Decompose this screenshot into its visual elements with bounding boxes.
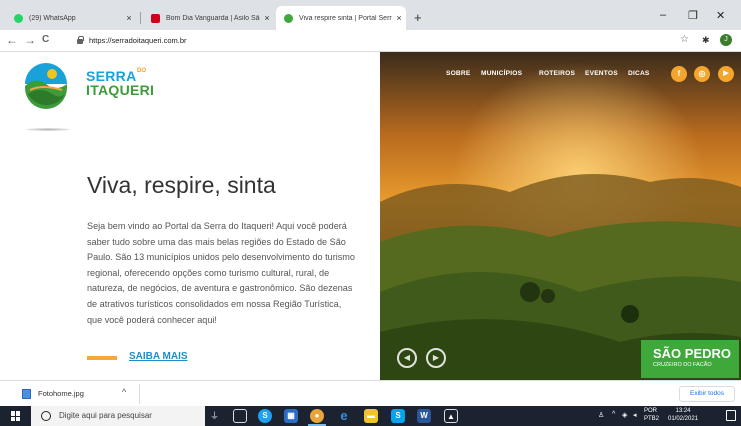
- extensions-icon[interactable]: ✱: [702, 35, 710, 46]
- chrome-icon[interactable]: ●: [310, 409, 324, 423]
- chevron-up-icon[interactable]: ^: [612, 411, 615, 418]
- input-language[interactable]: POR PTB2: [644, 407, 659, 423]
- reload-button[interactable]: C: [42, 34, 49, 45]
- serra-itaqueri-logo-icon[interactable]: [22, 62, 70, 110]
- language-layout: PTB2: [644, 416, 660, 422]
- minimize-button[interactable]: –: [660, 9, 666, 21]
- intro-panel: SERRA DO ITAQUERI Viva, respire, sinta S…: [0, 52, 380, 380]
- close-tab-icon[interactable]: ×: [392, 13, 406, 23]
- edge-icon[interactable]: e: [337, 409, 351, 423]
- address-bar-row: ← → C https://serradoitaqueri.com.br ☆ ✱…: [0, 30, 741, 52]
- word-icon[interactable]: W: [417, 409, 431, 423]
- facebook-icon[interactable]: f: [671, 66, 687, 82]
- language-code: POR: [644, 408, 658, 414]
- tab-whatsapp[interactable]: (29) WhatsApp ×: [6, 6, 136, 30]
- tab-title: (29) WhatsApp: [29, 14, 76, 22]
- slider-next-button[interactable]: ▶: [426, 348, 446, 368]
- nav-roteiros[interactable]: ROTEIROS: [539, 70, 575, 77]
- system-clock[interactable]: 13:24 01/02/2021: [668, 407, 698, 423]
- lock-icon[interactable]: [77, 36, 84, 44]
- web-page: SERRA DO ITAQUERI Viva, respire, sinta S…: [0, 52, 741, 380]
- store-icon[interactable]: S: [391, 409, 405, 423]
- skype-icon[interactable]: S: [258, 409, 272, 423]
- logo-wordmark-itaqueri: ITAQUERI: [86, 82, 155, 98]
- restore-button[interactable]: ❐: [688, 9, 698, 22]
- close-window-button[interactable]: ✕: [716, 9, 725, 22]
- windows-taskbar: Digite aqui para pesquisar ⏚ S ▦ ● e ▬ S…: [0, 406, 741, 426]
- notifications-icon[interactable]: [726, 410, 736, 421]
- tab-title: Viva respire sinta | Portal Serra do: [299, 14, 392, 22]
- cta-accent-bar: [87, 356, 117, 360]
- nav-dicas[interactable]: DICAS: [628, 70, 650, 77]
- slide-caption-badge[interactable]: SÃO PEDRO CRUZEIRO DO FACÃO: [641, 340, 739, 378]
- whatsapp-icon: [14, 13, 23, 23]
- logo-shadow: [26, 128, 70, 131]
- photos-app-icon[interactable]: ▦: [284, 409, 298, 423]
- close-tab-icon[interactable]: ×: [122, 13, 136, 23]
- nav-eventos[interactable]: EVENTOS: [585, 70, 618, 77]
- clock-date: 01/02/2021: [668, 416, 699, 422]
- browser-tab-strip: (29) WhatsApp × Bom Dia Vanguarda | Asil…: [0, 0, 741, 30]
- cortana-icon: [41, 411, 51, 421]
- windows-start-icon[interactable]: [11, 411, 21, 421]
- youtube-icon[interactable]: ▶: [718, 66, 734, 82]
- downloads-bar: Fotohome.jpg ^ Exibir todos: [0, 380, 741, 406]
- tab-title: Bom Dia Vanguarda | Asilo São V: [166, 14, 260, 22]
- search-placeholder: Digite aqui para pesquisar: [59, 411, 152, 420]
- logo-wordmark-do: DO: [137, 68, 146, 74]
- intro-paragraph: Seja bem vindo ao Portal da Serra do Ita…: [87, 221, 355, 325]
- slide-subtitle: CRUZEIRO DO FACÃO: [653, 362, 712, 368]
- instagram-icon[interactable]: ◎: [694, 66, 710, 82]
- new-tab-button[interactable]: +: [414, 10, 422, 25]
- nav-sobre[interactable]: SOBRE: [446, 70, 470, 77]
- saiba-mais-link[interactable]: SAIBA MAIS: [129, 351, 188, 362]
- slider-prev-button[interactable]: ◀: [397, 348, 417, 368]
- image-file-icon: [22, 389, 31, 399]
- url-input[interactable]: https://serradoitaqueri.com.br: [89, 36, 187, 45]
- sunset-landscape-photo: [380, 52, 741, 380]
- clock-time: 13:24: [675, 408, 691, 414]
- people-icon[interactable]: ♙: [598, 411, 604, 419]
- divider: [139, 384, 140, 404]
- volume-icon[interactable]: ◂: [633, 411, 637, 419]
- image-viewer-icon[interactable]: ▲: [444, 409, 458, 423]
- nav-municipios[interactable]: MUNICÍPIOS: [481, 70, 522, 77]
- profile-avatar[interactable]: J: [720, 34, 732, 46]
- tab-serra-itaqueri[interactable]: Viva respire sinta | Portal Serra do ×: [276, 6, 406, 30]
- forward-button[interactable]: →: [24, 33, 36, 47]
- network-icon[interactable]: ◈: [622, 411, 627, 419]
- show-all-downloads-button[interactable]: Exibir todos: [679, 386, 735, 402]
- hero-slider[interactable]: SOBRE MUNICÍPIOS ROTEIROS EVENTOS DICAS …: [380, 52, 741, 380]
- taskbar-search-box[interactable]: Digite aqui para pesquisar: [31, 406, 205, 426]
- slide-title: SÃO PEDRO: [653, 346, 732, 361]
- vanguarda-icon: [151, 13, 160, 23]
- page-headline: Viva, respire, sinta: [87, 172, 276, 198]
- back-button[interactable]: ←: [6, 33, 18, 47]
- file-explorer-icon[interactable]: ▬: [364, 409, 378, 423]
- close-tab-icon[interactable]: ×: [260, 13, 274, 23]
- tab-bom-dia-vanguarda[interactable]: Bom Dia Vanguarda | Asilo São V ×: [143, 6, 274, 30]
- serra-itaqueri-favicon-icon: [284, 13, 293, 23]
- microphone-icon[interactable]: ⏚: [210, 409, 219, 422]
- task-view-icon[interactable]: [233, 409, 247, 423]
- download-filename[interactable]: Fotohome.jpg: [38, 389, 84, 398]
- bookmark-star-icon[interactable]: ☆: [680, 34, 689, 45]
- chevron-up-icon[interactable]: ^: [122, 387, 126, 397]
- tab-separator: [140, 12, 141, 24]
